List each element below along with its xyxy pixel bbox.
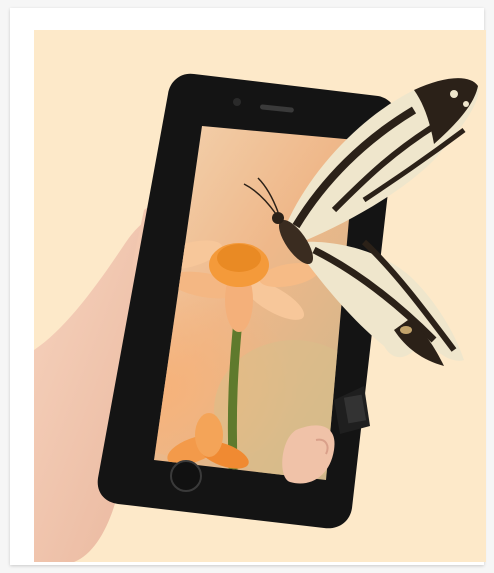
- image-frame: [0, 0, 494, 573]
- photo-card: [10, 8, 486, 565]
- product-illustration: [34, 30, 486, 562]
- product-photo: [34, 30, 486, 562]
